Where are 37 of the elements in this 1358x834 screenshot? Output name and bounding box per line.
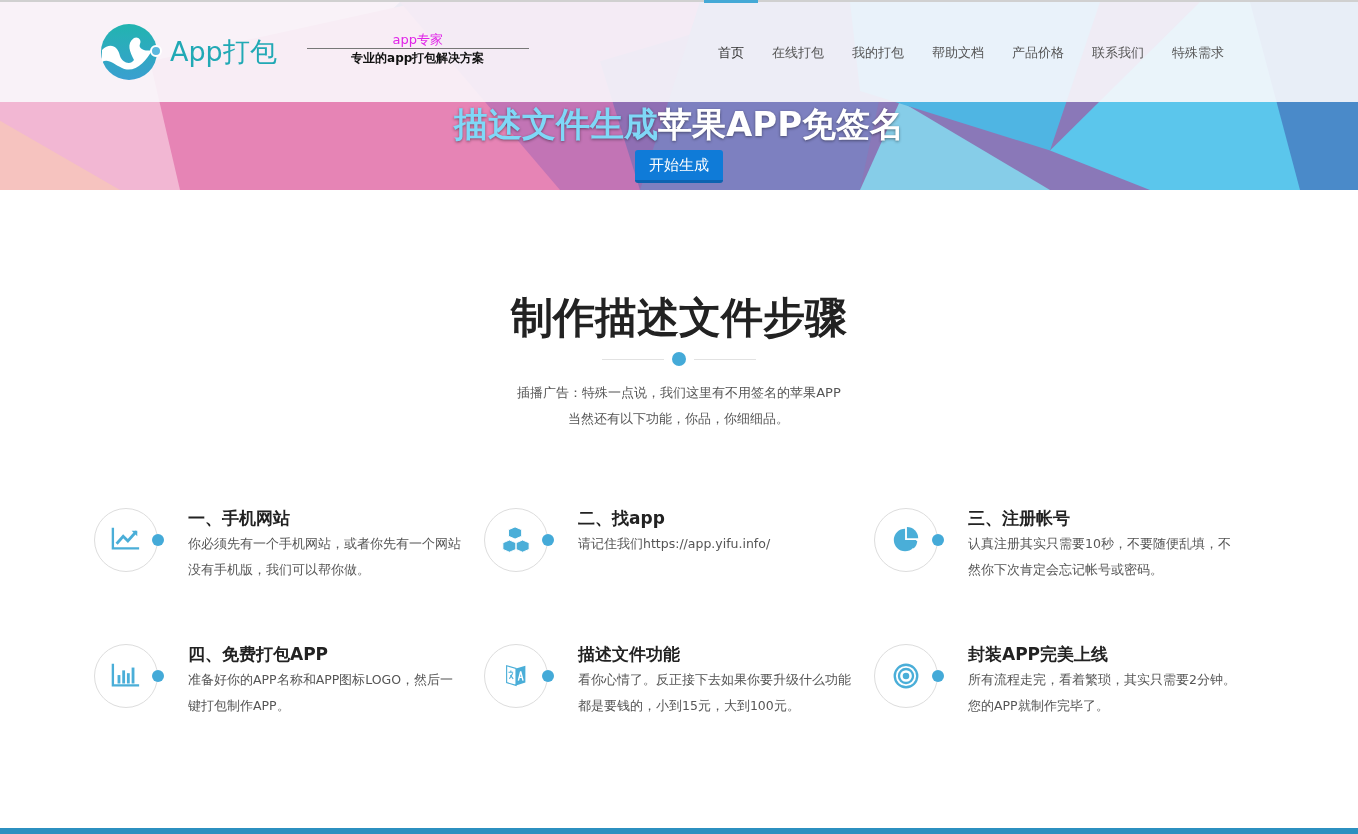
intro-text: 当然还有以下功能，你品，你细细品。 [567, 410, 791, 428]
hero-title-accent: 描述文件生成 [453, 104, 658, 144]
connector-dot [542, 534, 554, 546]
feature-title: 二、找app [578, 507, 666, 530]
feature-title: 一、手机网站 [188, 507, 291, 530]
logo-icon [100, 22, 162, 82]
cubes-icon [501, 525, 531, 555]
nav-link[interactable]: 帮助文档 [918, 0, 998, 102]
section-heading: 制作描述文件步骤 [511, 292, 847, 344]
connector-dot [152, 670, 164, 682]
nav-link[interactable]: 联系我们 [1078, 0, 1158, 102]
feature-title: 四、免费打包APP [188, 643, 330, 666]
nav-link[interactable]: 我的打包 [838, 0, 918, 102]
connector-dot [152, 534, 164, 546]
feature-text: 认真注册其实只需要10秒，不要随便乱填，不然你下次肯定会忘记帐号或密码。 [968, 535, 1232, 579]
feature-text: 看你心情了。反正接下去如果你要升级什么功能都是要钱的，小到15元，大到100元。 [578, 671, 852, 715]
slogan-subtitle: 专业的app打包解决方案 [351, 49, 485, 67]
slogan-tagline: app专家 [306, 31, 529, 49]
nav-link[interactable]: 首页 [704, 0, 758, 102]
nav-link[interactable]: 产品价格 [998, 0, 1078, 102]
logo-text: App打包 [170, 35, 277, 69]
connector-dot [542, 670, 554, 682]
feature-text: 请记住我们https://app.yifu.info/ [578, 535, 772, 553]
divider-dot [672, 352, 686, 366]
intro-text: 插播广告：特殊一点说，我们这里有不用签名的苹果APP [517, 384, 841, 402]
feature-title: 封装APP完美上线 [968, 643, 1110, 666]
target-icon [891, 661, 921, 691]
connector-dot [932, 534, 944, 546]
start-button[interactable]: 开始生成 [635, 150, 723, 183]
connector-dot [932, 670, 944, 682]
feature-text: 准备好你的APP名称和APP图标LOGO，然后一键打包制作APP。 [188, 671, 455, 715]
nav-link[interactable]: 特殊需求 [1158, 0, 1238, 102]
feature-title: 三、注册帐号 [968, 507, 1071, 530]
nav-link[interactable]: 在线打包 [758, 0, 838, 102]
feature-text: 所有流程走完，看着繁琐，其实只需要2分钟。您的APP就制作完毕了。 [968, 671, 1237, 715]
feature-text: 你必须先有一个手机网站，或者你先有一个网站没有手机版，我们可以帮你做。 [188, 535, 462, 579]
feature-title: 描述文件功能 [578, 643, 681, 666]
